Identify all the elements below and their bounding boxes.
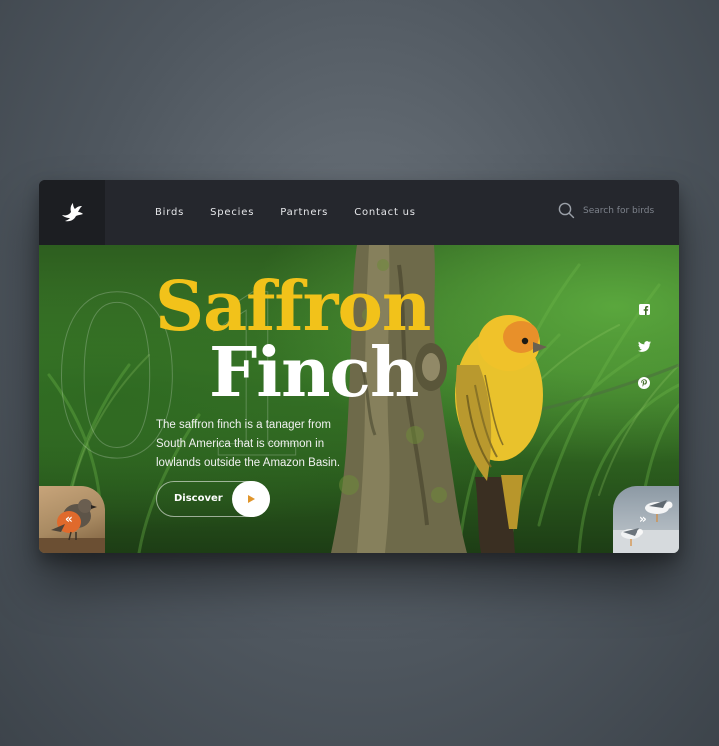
prev-arrow-icon: « xyxy=(65,512,73,526)
facebook-icon xyxy=(638,303,650,315)
hero-section: 01 Saffron Finch The saffron finch is a … xyxy=(39,245,679,553)
bird-logo-icon xyxy=(62,202,83,221)
top-nav: Birds Species Partners Contact us xyxy=(39,180,679,245)
facebook-link[interactable] xyxy=(637,302,651,316)
twitter-link[interactable] xyxy=(637,339,651,353)
logo[interactable] xyxy=(39,180,105,245)
search-bar xyxy=(558,202,655,219)
discover-button-label: Discover xyxy=(174,493,223,504)
twitter-icon xyxy=(637,340,651,352)
discover-button[interactable]: Discover xyxy=(156,481,270,517)
search-icon[interactable] xyxy=(558,202,575,219)
search-input[interactable] xyxy=(583,205,655,216)
nav-links: Birds Species Partners Contact us xyxy=(155,180,442,245)
nav-link-birds[interactable]: Birds xyxy=(155,207,184,218)
pinterest-link[interactable] xyxy=(637,376,651,390)
next-arrow-icon: » xyxy=(639,512,647,526)
hero-description: The saffron finch is a tanager from Sout… xyxy=(156,419,341,469)
play-icon xyxy=(248,495,255,503)
hero-title-line2: Finch xyxy=(209,333,419,413)
discover-play-circle xyxy=(232,481,270,517)
nav-link-contact-us[interactable]: Contact us xyxy=(354,207,416,218)
hero-card: Birds Species Partners Contact us Search… xyxy=(39,180,679,553)
next-bird-thumbnail[interactable]: » xyxy=(613,486,679,553)
prev-bird-thumbnail[interactable]: « xyxy=(39,486,105,553)
pinterest-icon xyxy=(638,377,650,389)
nav-link-partners[interactable]: Partners xyxy=(280,207,328,218)
hero-title-line1: Saffron xyxy=(155,267,431,347)
nav-link-species[interactable]: Species xyxy=(210,207,254,218)
